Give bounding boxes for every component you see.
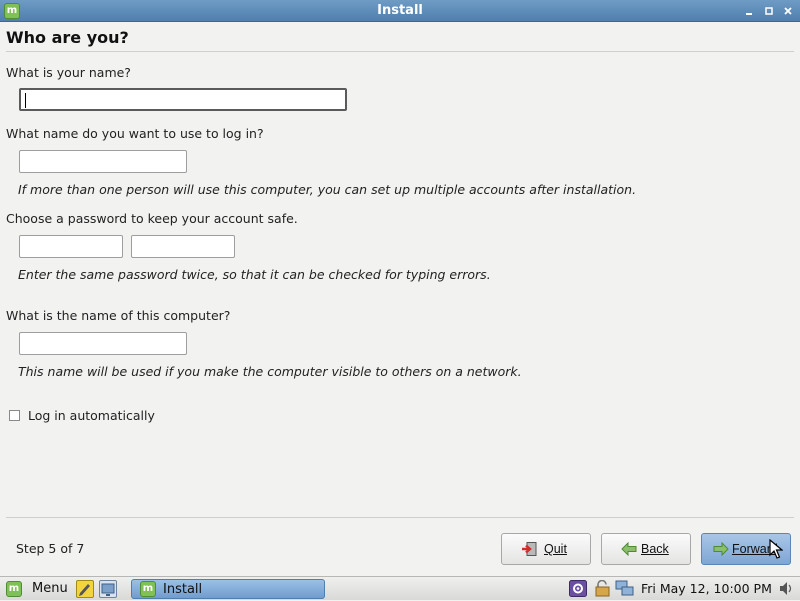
volume-icon[interactable]: [779, 580, 793, 597]
network-icon[interactable]: [615, 580, 634, 597]
back-arrow-icon: [621, 541, 637, 557]
password-label: Choose a password to keep your account s…: [6, 211, 298, 226]
lock-icon[interactable]: [593, 579, 611, 597]
installer-window-icon: m: [140, 581, 156, 597]
forward-arrow-icon: [713, 541, 729, 557]
name-label: What is your name?: [6, 65, 131, 80]
quit-button[interactable]: Quit: [501, 533, 591, 565]
autologin-checkbox[interactable]: [9, 410, 20, 421]
mint-menu-icon: m: [6, 581, 22, 597]
taskbar: m Menu m Install Fri May 12, 10:00 PM: [0, 576, 800, 600]
username-hint: If more than one person will use this co…: [18, 182, 637, 197]
window-title: Install: [377, 3, 423, 18]
close-icon[interactable]: [781, 4, 795, 18]
quit-label: Quit: [544, 542, 567, 556]
maximize-icon[interactable]: [762, 4, 776, 18]
hostname-input[interactable]: [19, 332, 187, 355]
hostname-hint: This name will be used if you make the c…: [18, 364, 522, 379]
page-title: Who are you?: [6, 28, 129, 47]
step-indicator: Step 5 of 7: [16, 541, 85, 556]
header-divider: [6, 51, 794, 52]
desktop-icon[interactable]: [99, 580, 117, 598]
settings-icon[interactable]: [569, 580, 587, 597]
username-input[interactable]: [19, 150, 187, 173]
task-label: Install: [163, 582, 203, 597]
clock[interactable]: Fri May 12, 10:00 PM: [641, 581, 772, 596]
text-editor-icon[interactable]: [76, 580, 94, 598]
hostname-label: What is the name of this computer?: [6, 308, 231, 323]
taskbar-item-install[interactable]: m Install: [131, 579, 325, 599]
mouse-cursor-icon: [769, 539, 783, 559]
text-caret: [25, 93, 26, 108]
installer-page: Who are you? What is your name? What nam…: [0, 22, 800, 576]
back-label: Back: [641, 542, 669, 556]
quit-icon: [521, 542, 537, 556]
back-button[interactable]: Back: [601, 533, 691, 565]
footer-divider: [6, 517, 794, 518]
menu-label: Menu: [32, 581, 68, 596]
password-hint: Enter the same password twice, so that i…: [18, 267, 491, 282]
password-input[interactable]: [19, 235, 123, 258]
autologin-label[interactable]: Log in automatically: [28, 408, 155, 423]
confirm-password-input[interactable]: [131, 235, 235, 258]
minimize-icon[interactable]: [742, 4, 756, 18]
username-label: What name do you want to use to log in?: [6, 126, 264, 141]
full-name-input[interactable]: [19, 88, 347, 111]
window-titlebar[interactable]: m Install: [0, 0, 800, 22]
